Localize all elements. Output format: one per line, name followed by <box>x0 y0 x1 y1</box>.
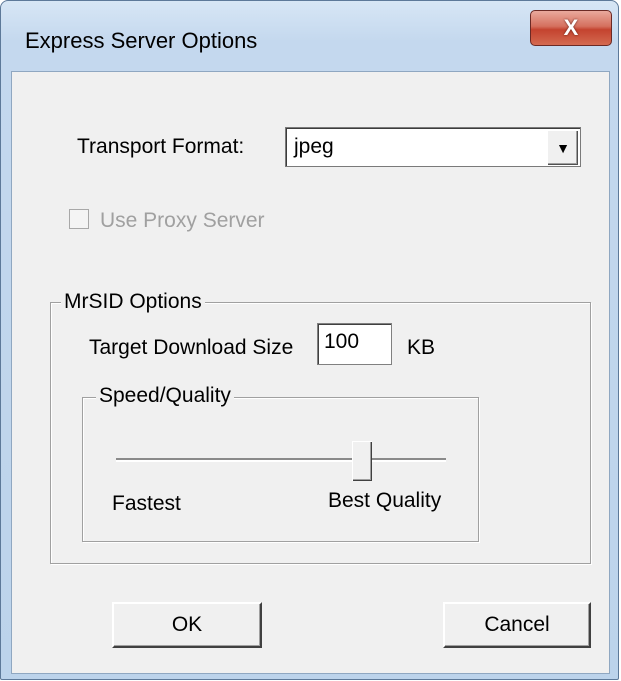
target-size-unit: KB <box>407 336 436 359</box>
transport-format-label: Transport Format: <box>77 135 245 158</box>
slider-min-label: Fastest <box>112 492 181 515</box>
dialog-body: Transport Format: jpeg ▼ Use Proxy Serve… <box>11 71 610 674</box>
dialog-window: Express Server Options X Transport Forma… <box>0 0 619 680</box>
speed-quality-slider-track[interactable] <box>116 458 446 462</box>
cancel-button[interactable]: Cancel <box>443 602 591 648</box>
transport-format-value: jpeg <box>294 135 334 158</box>
close-button[interactable]: X <box>530 10 612 46</box>
close-icon: X <box>563 15 579 40</box>
target-download-size-input[interactable]: 100 <box>317 323 392 365</box>
speed-quality-group: Speed/Quality <box>82 384 479 542</box>
ok-button[interactable]: OK <box>112 602 262 648</box>
slider-max-label: Best Quality <box>328 489 442 512</box>
use-proxy-label: Use Proxy Server <box>100 209 265 232</box>
title-bar[interactable]: Express Server Options X <box>1 1 618 81</box>
window-title: Express Server Options <box>25 28 258 53</box>
transport-format-select[interactable]: jpeg ▼ <box>285 127 581 167</box>
target-download-size-label: Target Download Size <box>89 336 294 359</box>
use-proxy-checkbox[interactable] <box>69 209 89 229</box>
speed-quality-title: Speed/Quality <box>96 384 234 408</box>
speed-quality-slider-thumb[interactable] <box>351 441 372 481</box>
dropdown-arrow-icon[interactable]: ▼ <box>547 130 578 165</box>
mrsid-options-title: MrSID Options <box>61 290 205 314</box>
